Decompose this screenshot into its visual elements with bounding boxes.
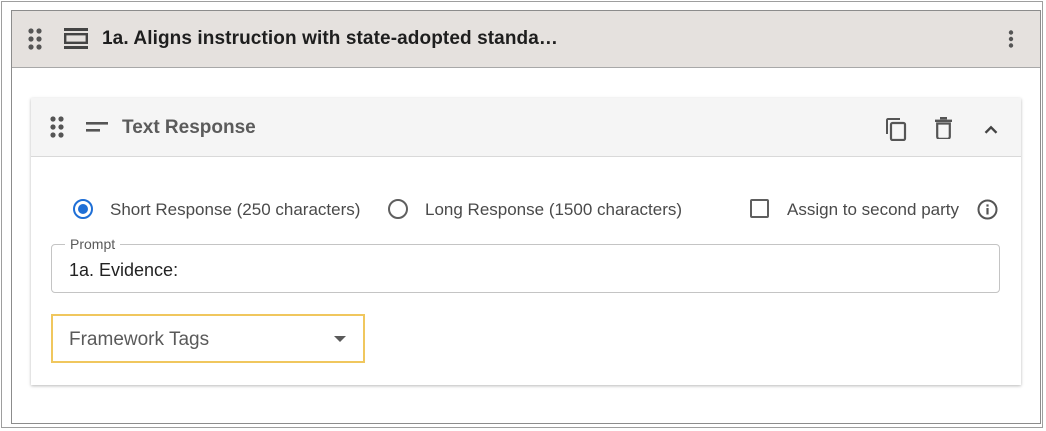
long-response-label[interactable]: Long Response (1500 characters) bbox=[425, 200, 682, 220]
long-response-radio[interactable] bbox=[388, 199, 408, 219]
page-frame: 1a. Aligns instruction with state-adopte… bbox=[1, 1, 1043, 428]
chevron-up-icon[interactable] bbox=[984, 125, 998, 134]
text-response-card: Text Response Short Response (250 charac… bbox=[31, 98, 1021, 385]
prompt-field[interactable]: Prompt 1a. Evidence: bbox=[51, 236, 1000, 293]
assign-second-party-label[interactable]: Assign to second party bbox=[787, 200, 959, 220]
framework-tags-select[interactable]: Framework Tags bbox=[51, 314, 365, 363]
section-layout-icon bbox=[64, 28, 88, 49]
more-vertical-icon[interactable] bbox=[1008, 30, 1014, 48]
drag-handle-icon[interactable] bbox=[28, 28, 42, 50]
assign-second-party-checkbox[interactable] bbox=[750, 199, 769, 218]
card-title: Text Response bbox=[122, 117, 256, 138]
copy-icon[interactable] bbox=[885, 117, 907, 141]
trash-icon[interactable] bbox=[935, 117, 952, 139]
prompt-value[interactable]: 1a. Evidence: bbox=[69, 260, 178, 281]
short-text-icon bbox=[86, 122, 108, 132]
section-block: 1a. Aligns instruction with state-adopte… bbox=[11, 10, 1041, 424]
short-response-label[interactable]: Short Response (250 characters) bbox=[110, 200, 360, 220]
prompt-label: Prompt bbox=[65, 236, 121, 252]
info-icon[interactable] bbox=[977, 199, 998, 220]
drag-handle-icon[interactable] bbox=[50, 116, 64, 138]
short-response-radio[interactable] bbox=[73, 199, 93, 219]
card-header[interactable]: Text Response bbox=[31, 98, 1021, 157]
section-header[interactable]: 1a. Aligns instruction with state-adopte… bbox=[12, 11, 1040, 68]
section-title: 1a. Aligns instruction with state-adopte… bbox=[102, 28, 559, 49]
dropdown-arrow-icon[interactable] bbox=[334, 336, 346, 342]
framework-tags-label: Framework Tags bbox=[69, 329, 210, 350]
